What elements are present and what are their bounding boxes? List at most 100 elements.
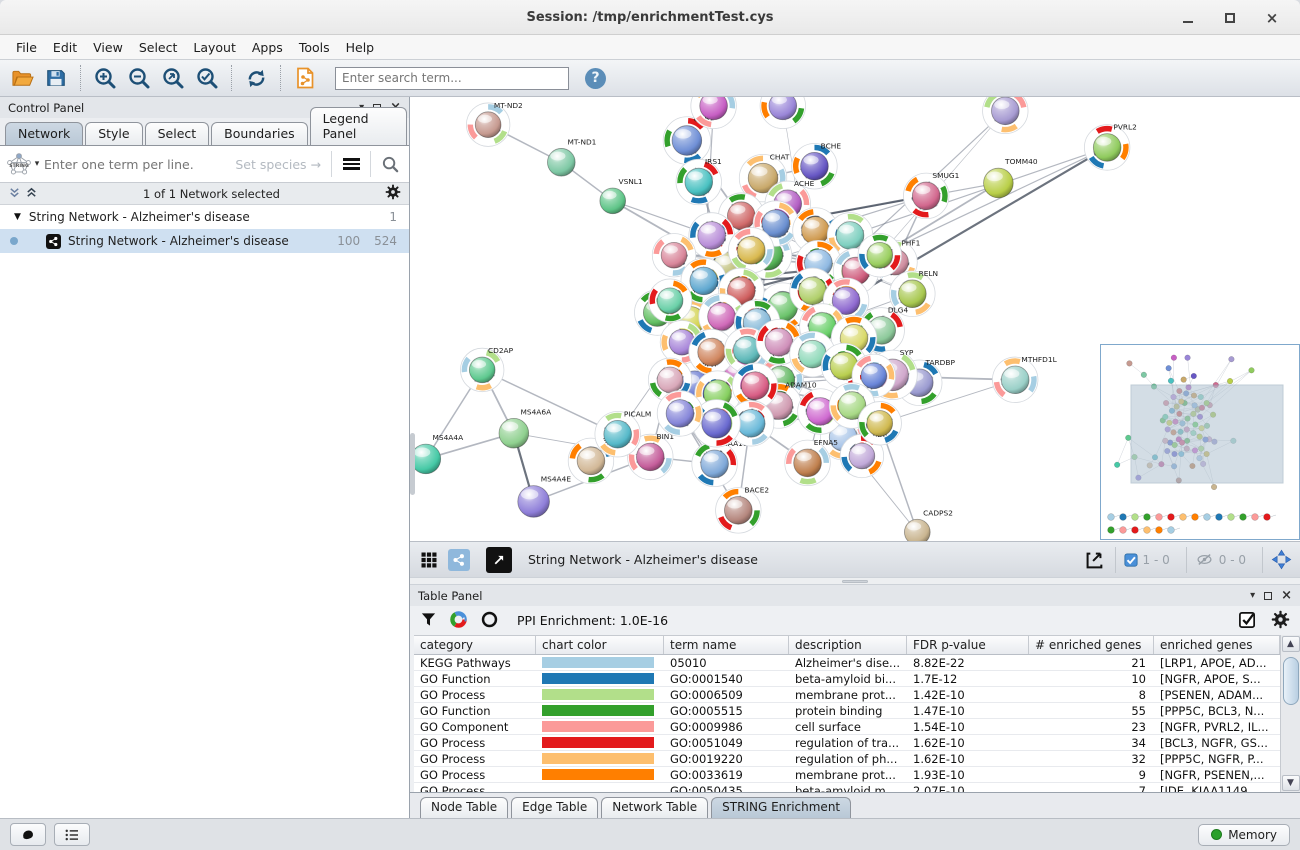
table-row[interactable]: GO ComponentGO:0009986cell surface1.54E-… (414, 719, 1280, 735)
task-history-button[interactable] (54, 823, 90, 846)
network-node[interactable] (648, 279, 692, 323)
panel-splitter-grip[interactable] (410, 433, 415, 495)
select-all-rows-icon[interactable] (1238, 610, 1257, 632)
network-list-gear-icon[interactable] (385, 184, 401, 203)
scrollbar-thumb[interactable] (1283, 657, 1299, 705)
network-node-adamts2[interactable]: ADAMTS2 (983, 97, 1048, 134)
column-header--enriched-genes[interactable]: # enriched genes (1029, 636, 1154, 654)
search-input[interactable] (335, 67, 569, 90)
draw-charts-icon[interactable] (449, 610, 468, 632)
network-node-vsnl1[interactable]: VSNL1 (600, 177, 643, 214)
column-header-category[interactable]: category (414, 636, 536, 654)
column-header-enriched-genes[interactable]: enriched genes (1154, 636, 1280, 654)
close-button[interactable]: × (1266, 11, 1278, 23)
string-logo-dropdown[interactable]: ▾ (0, 152, 44, 177)
network-node[interactable] (657, 391, 702, 436)
tab-boundaries[interactable]: Boundaries (211, 122, 307, 145)
collection-row[interactable]: ▼ String Network - Alzheimer's disease 1 (0, 205, 409, 229)
network-node-ms4a6a[interactable]: MS4A6A (499, 407, 551, 448)
string-options-button[interactable] (332, 146, 370, 182)
menu-edit[interactable]: Edit (45, 37, 85, 58)
filter-icon[interactable] (420, 611, 437, 631)
network-node-irs1[interactable]: IRS1 (676, 157, 722, 205)
network-node[interactable] (760, 97, 805, 129)
maximize-button[interactable] (1224, 11, 1236, 23)
network-node-mt-nd2[interactable]: MT-ND2 (466, 101, 522, 147)
menu-file[interactable]: File (8, 37, 45, 58)
tab-network-table[interactable]: Network Table (601, 797, 708, 818)
table-row[interactable]: KEGG Pathways05010Alzheimer's dise...8.8… (414, 655, 1280, 671)
tab-legend-panel[interactable]: Legend Panel (310, 107, 407, 145)
column-header-description[interactable]: description (789, 636, 907, 654)
network-node-cd2ap[interactable]: CD2AP (460, 346, 513, 392)
zoom-in-button[interactable] (89, 63, 121, 93)
table-row[interactable]: GO ProcessGO:0033619membrane prot...1.93… (414, 767, 1280, 783)
collapse-all-icon[interactable] (8, 186, 21, 202)
surface-tasks-button[interactable] (10, 823, 46, 846)
zoom-fit-button[interactable] (157, 63, 189, 93)
birds-eye-toggle-button[interactable] (1262, 547, 1294, 573)
species-hint[interactable]: Set species → (235, 157, 321, 172)
network-node-ms4a4e[interactable]: MS4A4E (518, 475, 572, 518)
close-panel-icon[interactable]: × (1281, 592, 1292, 600)
network-node-kiaa1149[interactable]: KIAA1149 (692, 439, 757, 487)
help-button[interactable]: ? (585, 68, 606, 89)
network-row-selected[interactable]: String Network - Alzheimer's disease 100… (0, 229, 409, 253)
column-header-term-name[interactable]: term name (664, 636, 789, 654)
network-canvas[interactable]: MT-ND2MT-ND1VSNL1GAB2ADAMTS2PVRL2TOMM40S… (410, 97, 1300, 541)
zoom-selected-button[interactable] (191, 63, 223, 93)
menu-apps[interactable]: Apps (244, 37, 291, 58)
export-network-button[interactable] (1081, 547, 1107, 573)
float-panel-icon[interactable] (1264, 592, 1272, 600)
tab-edge-table[interactable]: Edge Table (511, 797, 598, 818)
save-session-button[interactable] (40, 63, 72, 93)
panel-menu-icon[interactable]: ▾ (1250, 590, 1255, 601)
hidden-nodes-counter[interactable]: 0 - 0 (1186, 547, 1254, 573)
table-row[interactable]: GO ProcessGO:0006509membrane prot...1.42… (414, 687, 1280, 703)
memory-button[interactable]: Memory (1198, 824, 1290, 846)
horizontal-splitter[interactable] (410, 577, 1300, 585)
grid-view-button[interactable] (416, 547, 442, 573)
enrichment-settings-gear-icon[interactable] (1271, 610, 1290, 632)
detach-view-button[interactable] (486, 547, 512, 573)
menu-select[interactable]: Select (131, 37, 186, 58)
menu-view[interactable]: View (85, 37, 131, 58)
tab-string-enrichment[interactable]: STRING Enrichment (711, 797, 851, 818)
menu-layout[interactable]: Layout (185, 37, 244, 58)
birds-eye-view[interactable] (1100, 344, 1300, 540)
network-node-bace2[interactable]: BACE2 (716, 486, 770, 534)
scroll-down-arrow[interactable]: ▼ (1282, 775, 1300, 791)
network-node-mthfd1l[interactable]: MTHFD1L (992, 355, 1057, 403)
column-header-chart-color[interactable]: chart color (536, 636, 664, 654)
table-row[interactable]: GO ProcessGO:0019220regulation of ph...1… (414, 751, 1280, 767)
network-from-file-button[interactable] (289, 63, 321, 93)
tab-select[interactable]: Select (145, 122, 210, 145)
tab-style[interactable]: Style (85, 122, 142, 145)
menu-help[interactable]: Help (338, 37, 383, 58)
selected-nodes-counter[interactable]: 1 - 0 (1115, 547, 1178, 573)
network-node-mt-nd1[interactable]: MT-ND1 (547, 137, 596, 176)
network-node[interactable] (728, 228, 773, 273)
network-node-pvrl2[interactable]: PVRL2 (1084, 123, 1137, 171)
scroll-up-arrow[interactable]: ▲ (1282, 636, 1300, 652)
expand-all-icon[interactable] (25, 186, 38, 202)
refresh-button[interactable] (240, 63, 272, 93)
table-header-row[interactable]: categorychart colorterm namedescriptionF… (414, 635, 1280, 655)
tab-node-table[interactable]: Node Table (420, 797, 508, 818)
collapse-triangle-icon[interactable]: ▼ (14, 212, 21, 222)
minimize-button[interactable] (1182, 11, 1194, 23)
network-node[interactable] (858, 402, 902, 446)
network-node-efna5[interactable]: EFNA5 (785, 438, 839, 486)
network-node-cadps2[interactable]: CADPS2 (904, 508, 952, 541)
network-share-button[interactable] (448, 549, 470, 571)
network-node[interactable] (858, 233, 902, 277)
network-node-ms4a4a[interactable]: MS4A4A (411, 433, 463, 474)
open-file-button[interactable] (6, 63, 38, 93)
table-scrollbar[interactable]: ▲ ▼ (1280, 635, 1300, 792)
reset-charts-icon[interactable] (480, 610, 499, 632)
string-search-button[interactable] (371, 146, 409, 182)
tab-network[interactable]: Network (5, 122, 83, 145)
string-query-input[interactable] (44, 157, 235, 172)
table-row[interactable]: GO ProcessGO:0050435beta-amyloid m...2.0… (414, 783, 1280, 792)
column-header-FDR-p-value[interactable]: FDR p-value (907, 636, 1029, 654)
